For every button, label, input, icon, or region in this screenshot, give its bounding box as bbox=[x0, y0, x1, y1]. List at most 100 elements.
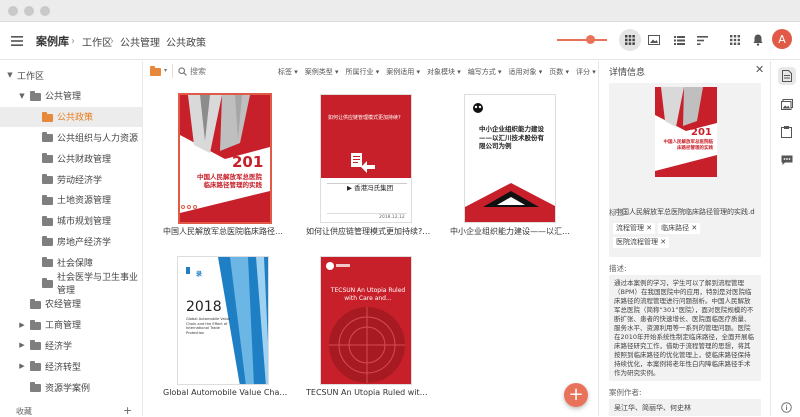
window-close-dot[interactable] bbox=[8, 6, 18, 16]
filter-dropdown[interactable]: 标签 ▾ bbox=[278, 67, 298, 77]
sidebar-item[interactable]: 农经管理 bbox=[0, 294, 142, 314]
add-case-button[interactable]: + bbox=[564, 383, 588, 407]
sidebar-item[interactable]: 资源学案例 bbox=[0, 377, 142, 397]
zoom-slider-handle[interactable] bbox=[586, 35, 595, 44]
filter-chips: 标签 ▾ 案例类型 ▾ 所属行业 ▾ 案例适用 ▾ 对象模块 ▾ 编写方式 ▾ 适用对象 ▾… bbox=[278, 67, 603, 77]
window-minimize-dot[interactable] bbox=[24, 6, 34, 16]
folder-menu-icon[interactable] bbox=[150, 66, 161, 76]
filter-dropdown[interactable]: 案例适用 ▾ bbox=[386, 67, 420, 77]
description-text[interactable]: 通过本案例的学习，学生可以了解到流程管理（BPM）在我国医院中的应用，特别是对医… bbox=[609, 275, 761, 381]
clipboard-icon[interactable] bbox=[781, 123, 792, 142]
divider bbox=[172, 64, 173, 78]
search-field[interactable] bbox=[190, 65, 275, 78]
folder-icon bbox=[30, 382, 41, 392]
user-avatar[interactable]: A bbox=[772, 29, 792, 49]
case-thumbnail[interactable]: 录 2018 Global Automobile Value Chain and… bbox=[177, 256, 269, 385]
sidebar-item[interactable]: 城市规划管理 bbox=[0, 211, 142, 231]
case-thumbnail[interactable]: 如何让供应链管理模式更加持续? ▶ 香港冯氏集团 2018.12.12 bbox=[320, 94, 412, 223]
sidebar-item-label: 土地资源管理 bbox=[57, 196, 112, 207]
sidebar-item[interactable]: 土地资源管理 bbox=[0, 190, 142, 210]
filter-dropdown[interactable]: 编写方式 ▾ bbox=[468, 67, 502, 77]
collapse-arrow-icon[interactable]: ▶ bbox=[18, 362, 26, 370]
right-rail bbox=[770, 61, 800, 416]
folder-icon bbox=[42, 174, 53, 184]
case-title[interactable]: 如何让供应链管理模式更加持续? —... bbox=[286, 226, 432, 237]
favorites-label[interactable]: 收藏 bbox=[16, 406, 32, 416]
folder-icon bbox=[42, 257, 53, 268]
file-name: 中国人民解放军总医院临床路径管理的实践.docx bbox=[615, 208, 755, 216]
preview-number: 201 bbox=[691, 127, 712, 138]
menu-icon[interactable] bbox=[11, 35, 23, 47]
tag-chip[interactable]: 流程管理 ✕ bbox=[613, 223, 656, 234]
sidebar-item[interactable]: 社会医学与卫生事业管理 bbox=[0, 273, 142, 296]
collapse-arrow-icon[interactable]: ▶ bbox=[18, 321, 26, 329]
case-title[interactable]: Global Automobile Value Chain and the... bbox=[143, 388, 289, 397]
filter-dropdown[interactable]: 评分 ▾ bbox=[576, 67, 596, 77]
sidebar-item[interactable]: 公共组织与人力资源 bbox=[0, 127, 142, 147]
folder-icon bbox=[30, 298, 41, 309]
filter-dropdown[interactable]: 页数 ▾ bbox=[549, 67, 569, 77]
sidebar-item[interactable]: 房地产经济学 bbox=[0, 231, 142, 251]
zoom-slider-track[interactable] bbox=[557, 39, 607, 41]
search-input[interactable] bbox=[178, 65, 278, 78]
preview-thumbnail: 201 中国人民解放军总医院临床路径管理的实践 bbox=[655, 87, 717, 177]
folder-icon bbox=[42, 215, 53, 226]
grid-view-icon[interactable] bbox=[619, 29, 641, 51]
sidebar-item-label: 工作区 bbox=[17, 71, 45, 82]
tag-chip[interactable]: 临床路径 ✕ bbox=[658, 223, 701, 234]
author-label: 案例作者: bbox=[609, 388, 642, 397]
author-field[interactable]: 吴江华、简丽华、何史林 bbox=[609, 399, 761, 416]
close-icon[interactable]: ✕ bbox=[755, 63, 764, 76]
sidebar-item[interactable]: ▶ 经济转型 bbox=[0, 356, 142, 376]
breadcrumb-item[interactable]: 工作区 bbox=[82, 22, 112, 60]
details-tab[interactable] bbox=[778, 67, 796, 85]
filter-dropdown[interactable]: 适用对象 ▾ bbox=[509, 67, 543, 77]
case-title[interactable]: TECSUN An Utopia Ruled with Care an... bbox=[286, 388, 432, 397]
sidebar-item[interactable]: 公共财政管理 bbox=[0, 148, 142, 168]
expand-arrow-icon[interactable]: ▼ bbox=[6, 71, 14, 79]
sidebar-item-label: 公共财政管理 bbox=[57, 154, 112, 165]
add-favorite-button[interactable]: + bbox=[123, 404, 132, 416]
tag-chip[interactable]: 医院流程管理 ✕ bbox=[613, 237, 670, 248]
sidebar-item[interactable]: 劳动经济学 bbox=[0, 169, 142, 189]
sidebar-item[interactable]: ▼ 工作区 bbox=[0, 65, 142, 85]
folder-icon bbox=[42, 236, 53, 247]
sidebar-item[interactable]: ▼ 公共管理 bbox=[0, 86, 142, 106]
filter-dropdown[interactable]: 对象模块 ▾ bbox=[427, 67, 461, 77]
sidebar-item[interactable]: ▶ 经济学 bbox=[0, 335, 142, 355]
breadcrumb-sep: › bbox=[71, 35, 75, 47]
filter-dropdown[interactable]: 案例类型 ▾ bbox=[305, 67, 339, 77]
apps-icon[interactable] bbox=[729, 34, 741, 46]
sort-icon[interactable] bbox=[696, 34, 708, 46]
expand-arrow-icon[interactable]: ▼ bbox=[18, 92, 26, 100]
case-title[interactable]: 中小企业组织能力建设——以汇川技术... bbox=[430, 226, 576, 237]
comment-icon[interactable] bbox=[781, 151, 793, 170]
sidebar-item-label: 资源学案例 bbox=[45, 383, 91, 394]
folder-icon bbox=[42, 153, 53, 164]
filter-bar: ▾ 标签 ▾ 案例类型 ▾ 所属行业 ▾ 案例适用 ▾ 对象模块 ▾ 编写方式 ▾ 适用对象… bbox=[143, 61, 598, 81]
sidebar-item-label: 经济学 bbox=[45, 341, 73, 352]
list-view-icon[interactable] bbox=[673, 34, 685, 46]
case-title[interactable]: 中国人民解放军总医院临床路径管理的... bbox=[143, 226, 289, 237]
cover-image bbox=[465, 95, 555, 222]
sidebar-footer: 收藏 + bbox=[0, 404, 142, 416]
breadcrumb-item[interactable]: 公共管理 bbox=[120, 22, 160, 60]
folder-icon bbox=[30, 361, 41, 372]
cover-label: 录 bbox=[196, 271, 203, 278]
folder-icon bbox=[42, 111, 53, 122]
sidebar-item[interactable]: ▶ 工商管理 bbox=[0, 315, 142, 335]
collapse-arrow-icon[interactable]: ▶ bbox=[18, 341, 26, 349]
gallery-icon[interactable] bbox=[781, 95, 793, 114]
case-thumbnail[interactable]: TECSUN An Utopia Ruled with Care and... bbox=[320, 256, 412, 385]
info-icon[interactable] bbox=[781, 398, 792, 417]
sidebar-item[interactable]: 公共政策 bbox=[0, 106, 142, 127]
bell-icon[interactable] bbox=[752, 33, 764, 46]
cover-text: TECSUN An Utopia Ruled with Care and... bbox=[330, 287, 406, 302]
preview-cover-text: 中国人民解放军总医院临床路径管理的实践 bbox=[663, 140, 714, 151]
tags-box[interactable]: 流程管理 ✕ 临床路径 ✕ 医院流程管理 ✕ bbox=[609, 219, 761, 257]
filter-dropdown[interactable]: 所属行业 ▾ bbox=[346, 67, 380, 77]
breadcrumb-item[interactable]: 公共政策 bbox=[166, 22, 206, 60]
case-thumbnail[interactable]: 中小企业组织能力建设——以汇川技术股份有限公司为例 bbox=[464, 94, 556, 223]
window-maximize-dot[interactable] bbox=[40, 6, 50, 16]
image-view-icon[interactable] bbox=[648, 34, 660, 46]
